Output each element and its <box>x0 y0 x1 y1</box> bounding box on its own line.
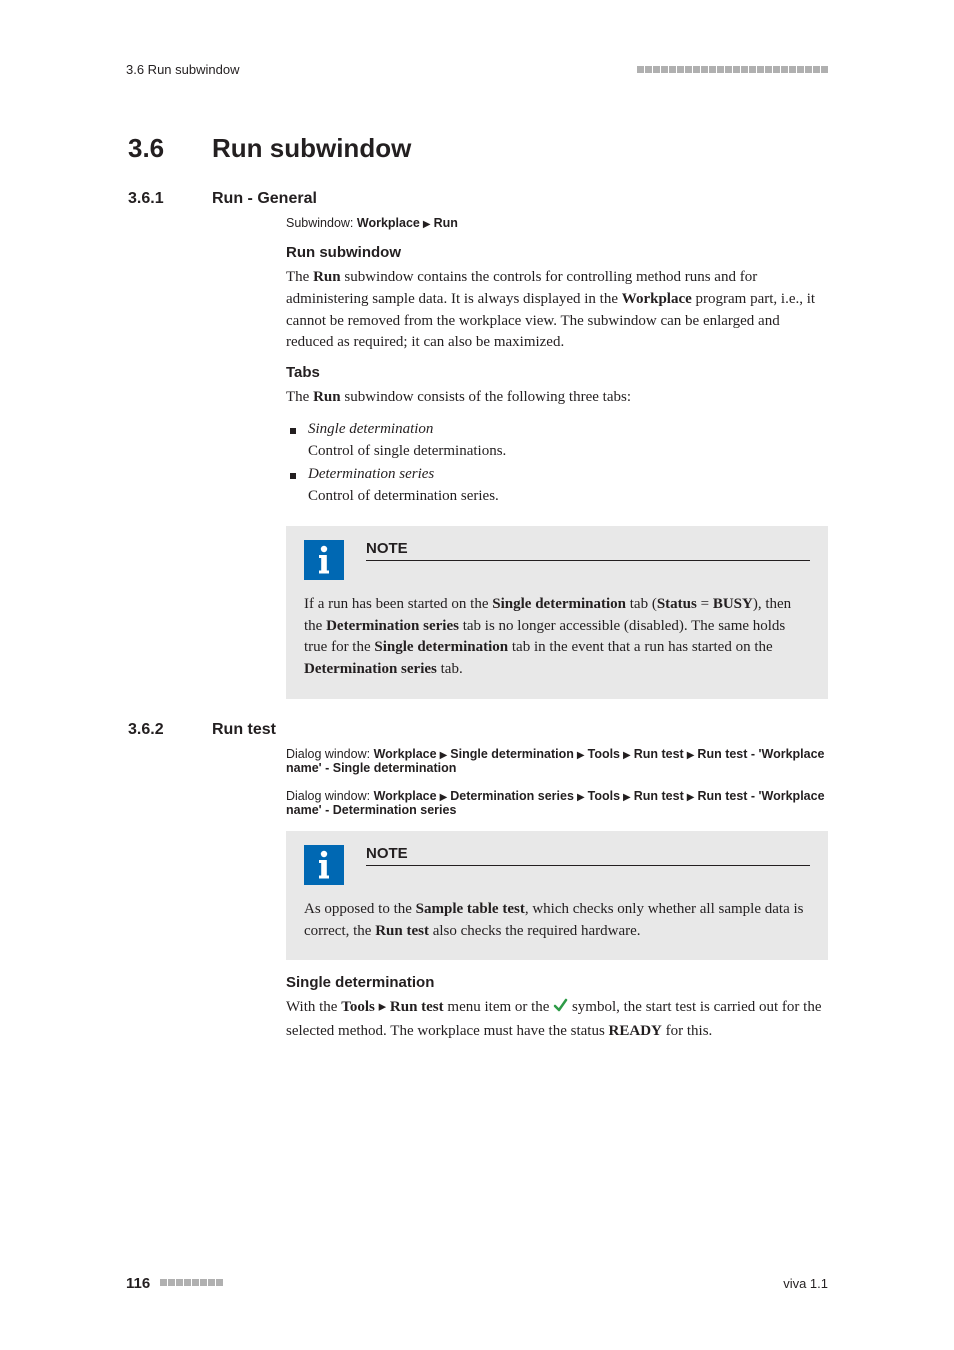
breadcrumb-label: Dialog window: <box>286 747 370 761</box>
run-subwindow-heading: Run subwindow <box>286 244 828 261</box>
note-body: As opposed to the Sample table test, whi… <box>304 899 810 943</box>
section-362-body: Dialog window: Workplace▶Single determin… <box>286 747 828 1043</box>
list-item: Determination series Control of determin… <box>286 464 828 508</box>
text-bold: BUSY <box>713 596 753 612</box>
breadcrumb-sep-icon: ▶ <box>620 792 634 803</box>
text-bold: Sample table test <box>416 901 525 917</box>
text-bold: Determination series <box>326 618 459 634</box>
note-body: If a run has been started on the Single … <box>304 594 810 681</box>
breadcrumb-sep-icon: ▸ <box>379 999 387 1015</box>
page-header: 3.6 Run subwindow <box>126 62 828 77</box>
header-left: 3.6 Run subwindow <box>126 62 239 77</box>
text: tab ( <box>626 596 657 612</box>
text: The <box>286 269 313 285</box>
tabs-heading: Tabs <box>286 364 828 381</box>
breadcrumb-part: Single determination <box>450 747 574 761</box>
text-bold: Run <box>313 269 341 285</box>
note-head: NOTE <box>304 845 810 885</box>
breadcrumb-part: Run test <box>634 747 684 761</box>
text: = <box>697 596 713 612</box>
note-title: NOTE <box>366 845 810 866</box>
info-icon <box>304 845 344 885</box>
list-item: Single determination Control of single d… <box>286 419 828 463</box>
header-ornament <box>637 66 828 73</box>
breadcrumb-sep-icon: ▶ <box>420 219 434 230</box>
breadcrumb-362-1: Dialog window: Workplace▶Single determin… <box>286 747 828 775</box>
subsection-title: Run - General <box>212 190 317 208</box>
section-361-body: Subwindow: Workplace▶Run Run subwindow T… <box>286 216 828 699</box>
subsection-362-heading: 3.6.2 Run test <box>128 721 828 739</box>
breadcrumb-sep-icon: ▶ <box>684 750 698 761</box>
breadcrumb-part: Run test <box>634 789 684 803</box>
text: With the <box>286 999 341 1015</box>
subsection-number: 3.6.1 <box>128 190 208 208</box>
breadcrumb-part: Workplace <box>374 747 437 761</box>
section-number: 3.6 <box>128 133 208 164</box>
run-subwindow-para: The Run subwindow contains the controls … <box>286 267 828 354</box>
text: As opposed to the <box>304 901 416 917</box>
section-heading: 3.6 Run subwindow <box>128 133 828 164</box>
subsection-title: Run test <box>212 721 276 739</box>
note-head: NOTE <box>304 540 810 580</box>
breadcrumb-part: Tools <box>588 789 620 803</box>
single-determination-heading: Single determination <box>286 974 828 991</box>
breadcrumb-sep-icon: ▶ <box>574 792 588 803</box>
text: tab in the event that a run has started … <box>508 639 773 655</box>
text: tab. <box>437 661 463 677</box>
text-bold: READY <box>609 1023 662 1039</box>
tab-desc: Control of determination series. <box>308 488 499 504</box>
checkmark-icon <box>553 998 568 1021</box>
breadcrumb-part: Run <box>434 216 458 230</box>
text: for this. <box>662 1023 712 1039</box>
footer-ornament <box>160 1279 223 1286</box>
page-footer: 116 viva 1.1 <box>126 1275 828 1292</box>
tab-name: Determination series <box>308 466 434 482</box>
text: menu item or the <box>444 999 554 1015</box>
breadcrumb-label: Subwindow: <box>286 216 353 230</box>
info-icon <box>304 540 344 580</box>
breadcrumb-361: Subwindow: Workplace▶Run <box>286 216 828 230</box>
text-bold: Run test <box>390 999 444 1015</box>
section-title: Run subwindow <box>212 133 411 164</box>
breadcrumb-362-2: Dialog window: Workplace▶Determination s… <box>286 789 828 817</box>
footer-left: 116 <box>126 1275 223 1292</box>
tabs-para: The Run subwindow consists of the follow… <box>286 387 828 409</box>
tabs-list: Single determination Control of single d… <box>286 419 828 508</box>
text: subwindow consists of the following thre… <box>341 389 631 405</box>
note-box-362: NOTE As opposed to the Sample table test… <box>286 831 828 961</box>
text-bold: Single determination <box>374 639 508 655</box>
text: also checks the required hardware. <box>429 923 641 939</box>
breadcrumb-part: Determination series <box>450 789 574 803</box>
breadcrumb-part: Tools <box>588 747 620 761</box>
tab-name: Single determination <box>308 421 433 437</box>
footer-right: viva 1.1 <box>783 1276 828 1291</box>
breadcrumb-part: Workplace <box>357 216 420 230</box>
breadcrumb-sep-icon: ▶ <box>437 792 451 803</box>
text: If a run has been started on the <box>304 596 492 612</box>
breadcrumb-sep-icon: ▶ <box>574 750 588 761</box>
text-bold: Single determination <box>492 596 626 612</box>
single-determination-para: With the Tools ▸ Run test menu item or t… <box>286 997 828 1043</box>
text-bold: Status <box>657 596 697 612</box>
subsection-361-heading: 3.6.1 Run - General <box>128 190 828 208</box>
breadcrumb-label: Dialog window: <box>286 789 370 803</box>
note-title: NOTE <box>366 540 810 561</box>
subsection-number: 3.6.2 <box>128 721 208 739</box>
breadcrumb-sep-icon: ▶ <box>437 750 451 761</box>
text-bold: Run <box>313 389 341 405</box>
text-bold: Workplace <box>622 291 692 307</box>
tab-desc: Control of single determinations. <box>308 443 506 459</box>
page-number: 116 <box>126 1275 150 1292</box>
breadcrumb-part: Workplace <box>374 789 437 803</box>
text-bold: Run test <box>375 923 429 939</box>
text-bold: Tools <box>341 999 375 1015</box>
note-box-361: NOTE If a run has been started on the Si… <box>286 526 828 699</box>
text: The <box>286 389 313 405</box>
breadcrumb-sep-icon: ▶ <box>620 750 634 761</box>
text-bold: Determination series <box>304 661 437 677</box>
breadcrumb-sep-icon: ▶ <box>684 792 698 803</box>
